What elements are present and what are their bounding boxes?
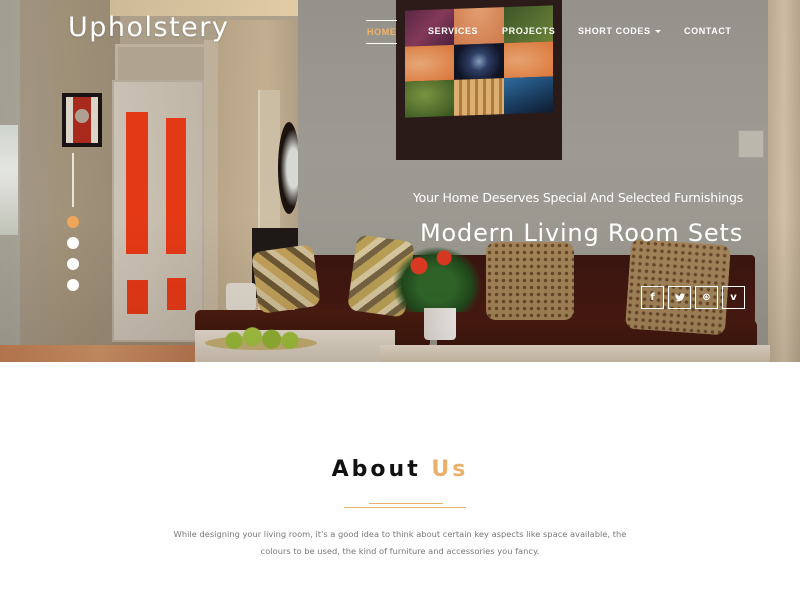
site-logo[interactable]: Upholstery xyxy=(68,12,229,43)
nav-item-short-codes[interactable]: SHORT CODES xyxy=(578,20,661,42)
vimeo-icon[interactable]: v xyxy=(722,286,745,309)
social-links: f ⊛ v xyxy=(641,286,745,309)
twitter-bird-glyph xyxy=(674,293,685,302)
title-underline-long xyxy=(344,507,466,508)
slider-indicator-line xyxy=(72,153,74,207)
nav-item-home[interactable]: HOME xyxy=(366,20,398,44)
slider-dot-4[interactable] xyxy=(67,279,79,291)
about-title-accent: Us xyxy=(431,457,469,482)
dribbble-icon[interactable]: ⊛ xyxy=(695,286,718,309)
hero-tagline: Your Home Deserves Special And Selected … xyxy=(412,190,743,205)
slider-dot-1[interactable] xyxy=(67,216,79,228)
hero-banner: Upholstery HOME SERVICES PROJECTS SHORT … xyxy=(0,0,800,362)
caret-down-icon xyxy=(654,30,661,34)
facebook-icon[interactable]: f xyxy=(641,286,664,309)
nav-item-contact[interactable]: CONTACT xyxy=(684,20,732,42)
twitter-icon[interactable] xyxy=(668,286,691,309)
title-underline-short xyxy=(369,503,443,504)
about-section: About Us While designing your living roo… xyxy=(0,362,800,600)
hero-headline: Modern Living Room Sets xyxy=(420,219,743,247)
about-title-main: About xyxy=(331,457,421,482)
nav-item-services[interactable]: SERVICES xyxy=(428,20,478,42)
about-title: About Us xyxy=(0,457,800,482)
about-description: While designing your living room, it's a… xyxy=(173,529,627,556)
nav-item-projects[interactable]: PROJECTS xyxy=(502,20,555,42)
nav-item-short-codes-label: SHORT CODES xyxy=(578,26,651,36)
slider-dot-3[interactable] xyxy=(67,258,79,270)
slider-dot-2[interactable] xyxy=(67,237,79,249)
